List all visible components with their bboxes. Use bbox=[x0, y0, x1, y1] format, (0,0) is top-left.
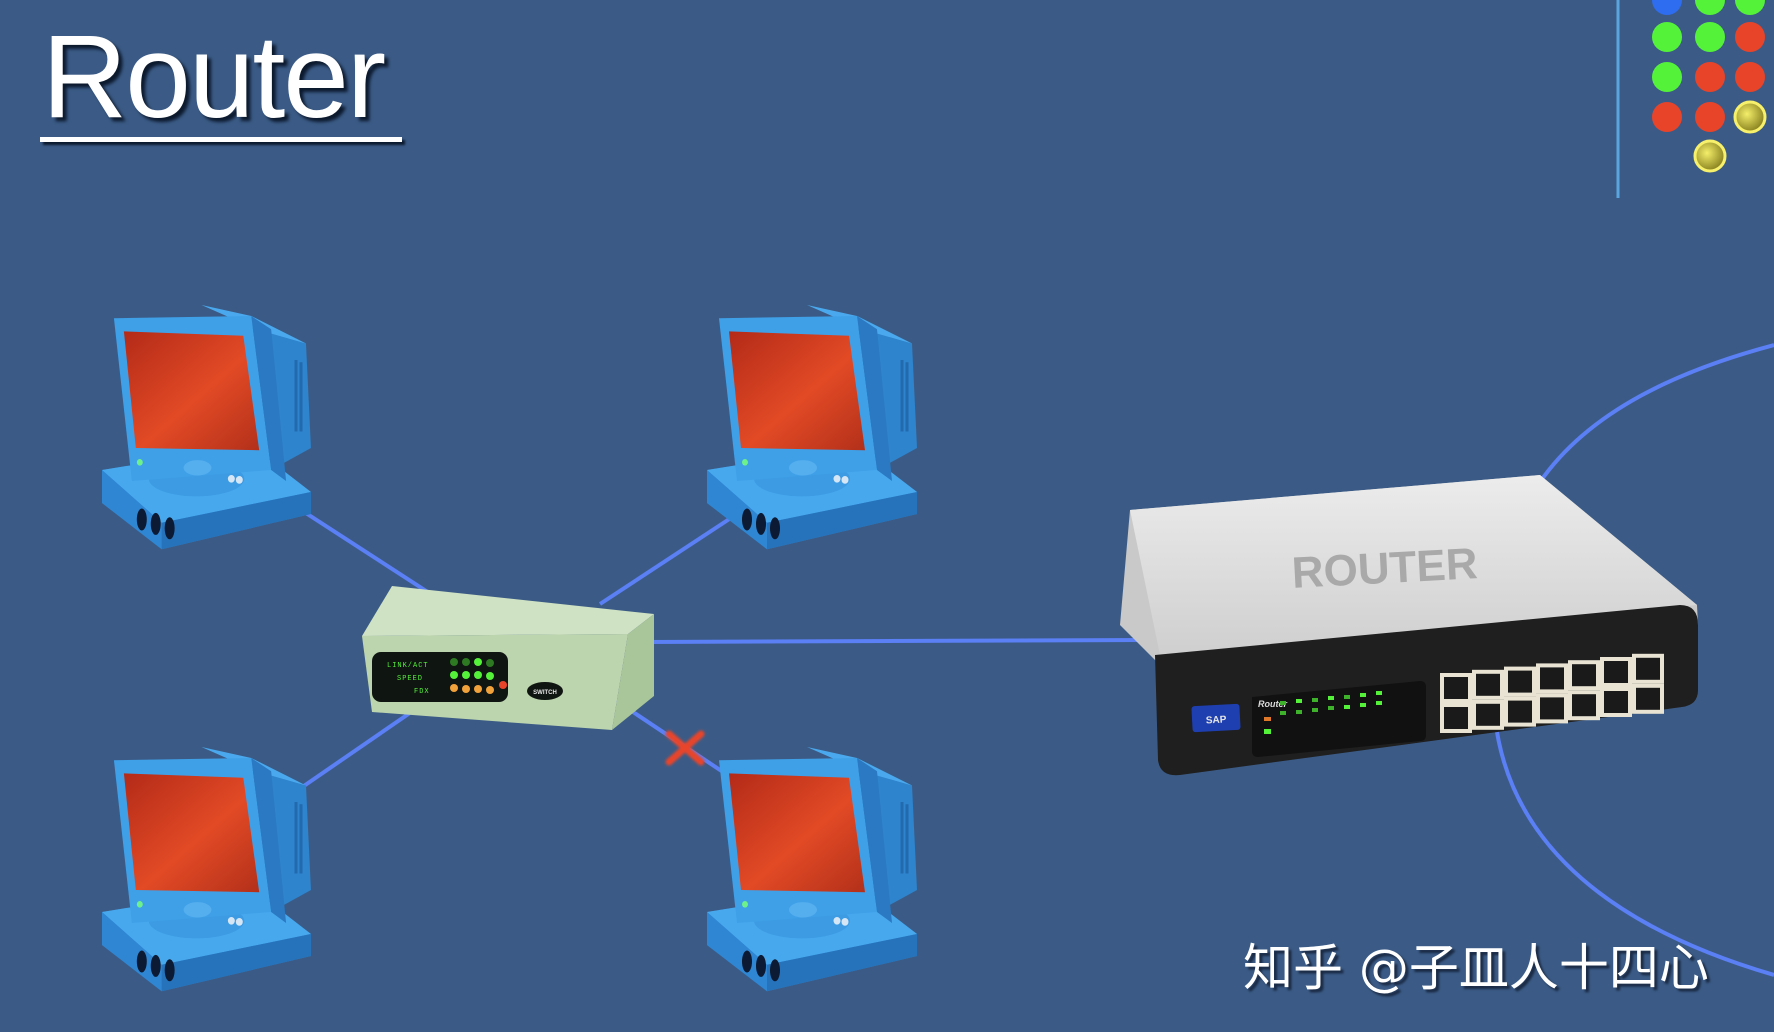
router-port[interactable] bbox=[1632, 683, 1664, 714]
cable-pc-top-left-to-switch bbox=[296, 506, 442, 602]
router-port[interactable] bbox=[1536, 663, 1568, 694]
router-port[interactable] bbox=[1504, 696, 1536, 727]
watermark: 知乎 @子皿人十四心 bbox=[1243, 939, 1709, 997]
indicator-dot-red bbox=[1695, 62, 1725, 92]
title-underline bbox=[40, 137, 402, 142]
router-port[interactable] bbox=[1536, 693, 1568, 724]
indicator-dot-yellow bbox=[1733, 100, 1767, 134]
indicator-dot-green bbox=[1652, 62, 1682, 92]
indicator-grid bbox=[1652, 0, 1767, 173]
router-port[interactable] bbox=[1472, 669, 1504, 700]
switch-badge-label: SWITCH bbox=[533, 690, 557, 696]
network-diagram: LINK/ACT SPEED FDX SWITCH ROUTER SAP Rou… bbox=[100, 0, 1774, 993]
router-port[interactable] bbox=[1440, 673, 1472, 703]
computer-icon[interactable] bbox=[100, 303, 313, 551]
router-port[interactable] bbox=[1632, 653, 1664, 684]
indicator-dot-green bbox=[1695, 0, 1725, 15]
indicator-dot-red bbox=[1695, 102, 1725, 132]
switch-led-label-speed: SPEED bbox=[397, 675, 423, 683]
router-device[interactable]: ROUTER SAP Router bbox=[1120, 475, 1698, 776]
cable-router-to-offscreen-top bbox=[1538, 343, 1774, 484]
computer-icon[interactable] bbox=[705, 303, 919, 551]
indicator-dot-green bbox=[1652, 22, 1682, 52]
router-port[interactable] bbox=[1440, 703, 1472, 733]
switch-led-label-link-act: LINK/ACT bbox=[387, 662, 429, 670]
router-port[interactable] bbox=[1600, 687, 1632, 717]
router-port[interactable] bbox=[1568, 690, 1600, 721]
cable-pc-top-right-to-switch bbox=[598, 510, 742, 606]
cable-switch-to-router bbox=[649, 638, 1146, 644]
indicator-dot-green bbox=[1735, 0, 1765, 15]
computer-icon[interactable] bbox=[100, 745, 313, 993]
router-port[interactable] bbox=[1600, 657, 1632, 687]
router-badge-label: SAP bbox=[1206, 714, 1227, 726]
indicator-dot-blue bbox=[1652, 0, 1682, 15]
indicator-dot-red bbox=[1735, 62, 1765, 92]
broken-link-icon bbox=[665, 730, 705, 766]
computer-icon[interactable] bbox=[705, 745, 919, 993]
indicator-dot-red bbox=[1652, 102, 1682, 132]
switch-led-label-fdx: FDX bbox=[414, 688, 430, 696]
router-port[interactable] bbox=[1472, 699, 1504, 730]
indicator-dot-green bbox=[1695, 22, 1725, 52]
indicator-dot-red bbox=[1735, 22, 1765, 52]
indicator-dot-yellow bbox=[1693, 139, 1727, 173]
switch-device[interactable]: LINK/ACT SPEED FDX SWITCH bbox=[362, 586, 654, 730]
router-port[interactable] bbox=[1568, 660, 1600, 691]
router-port[interactable] bbox=[1504, 666, 1536, 697]
cable-pc-bottom-left-to-switch bbox=[296, 704, 422, 792]
page-title: Router bbox=[42, 11, 386, 143]
router-top-label: ROUTER bbox=[1291, 539, 1479, 598]
